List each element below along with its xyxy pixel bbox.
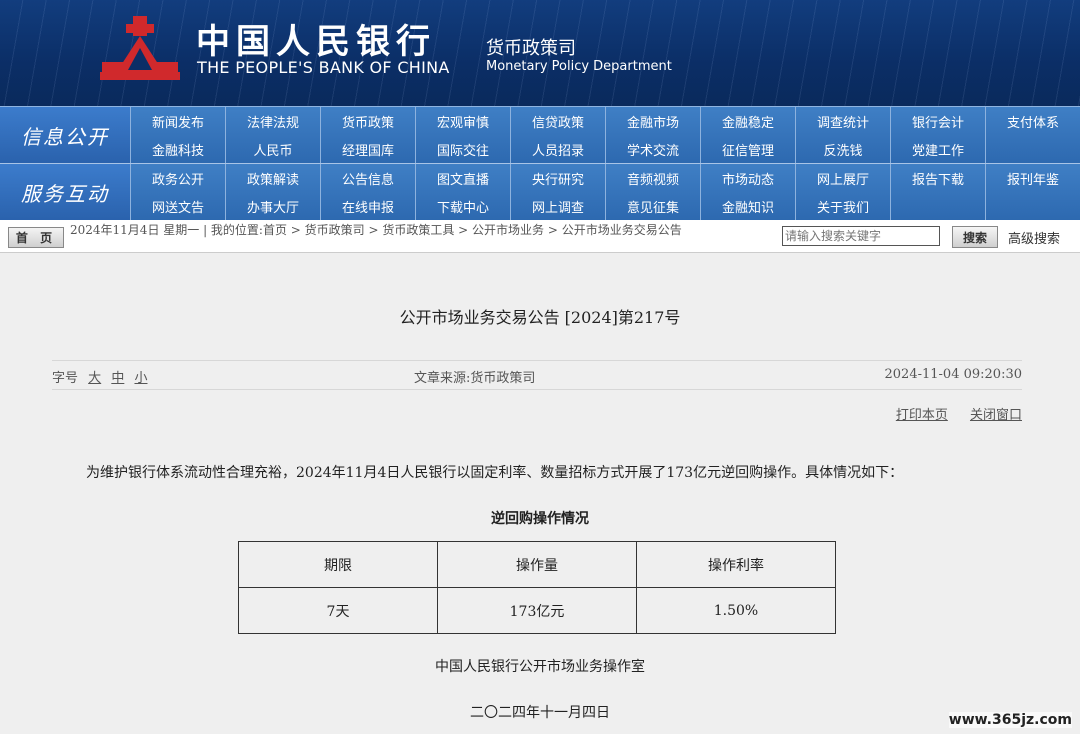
- close-window-link[interactable]: 关闭窗口: [970, 408, 1022, 423]
- breadcrumb: 首 页 2024年11月4日 星期一 | 我的位置:首页 > 货币政策司 > 货…: [0, 220, 1080, 253]
- search-input[interactable]: [782, 226, 940, 246]
- nav-item[interactable]: 市场动态: [700, 164, 795, 192]
- nav-item[interactable]: 金融市场: [605, 107, 700, 135]
- article-datetime: 2024-11-04 09:20:30: [884, 367, 1022, 382]
- nav-item[interactable]: 意见征集: [605, 192, 700, 220]
- table-header: 操作量: [437, 541, 637, 588]
- nav-item-empty: [985, 192, 1080, 220]
- pboc-logo-icon[interactable]: [100, 14, 180, 86]
- bank-name-en: THE PEOPLE'S BANK OF CHINA: [197, 58, 450, 77]
- nav-item-empty: [985, 135, 1080, 163]
- nav-item[interactable]: 报告下载: [890, 164, 985, 192]
- article-meta: 字号 大 中 小 文章来源:货币政策司 2024-11-04 09:20:30: [52, 360, 1022, 390]
- signature: 中国人民银行公开市场业务操作室: [435, 659, 645, 675]
- font-size-control: 字号 大 中 小: [52, 367, 147, 386]
- nav-item[interactable]: 人民币: [225, 135, 320, 163]
- nav-item[interactable]: 信贷政策: [510, 107, 605, 135]
- nav-item[interactable]: 征信管理: [700, 135, 795, 163]
- bank-name-cn: 中国人民银行: [196, 22, 436, 62]
- font-size-small[interactable]: 小: [134, 371, 147, 386]
- nav-item[interactable]: 报刊年鉴: [985, 164, 1080, 192]
- nav-item[interactable]: 反洗钱: [795, 135, 890, 163]
- nav-item[interactable]: 在线申报: [320, 192, 415, 220]
- nav-item[interactable]: 政务公开: [130, 164, 225, 192]
- table-header: 期限: [238, 541, 438, 588]
- font-size-label: 字号: [52, 371, 79, 386]
- nav-item[interactable]: 人员招录: [510, 135, 605, 163]
- table-header-row: 期限 操作量 操作利率: [238, 541, 836, 588]
- nav-item[interactable]: 网送文告: [130, 192, 225, 220]
- article-content: 公开市场业务交易公告 [2024]第217号 字号 大 中 小 文章来源:货币政…: [0, 270, 1080, 734]
- nav-item[interactable]: 党建工作: [890, 135, 985, 163]
- search-button[interactable]: 搜索: [952, 226, 998, 248]
- operations-table: 期限 操作量 操作利率 7天 173亿元 1.50%: [238, 541, 836, 634]
- font-size-large[interactable]: 大: [88, 371, 101, 386]
- nav-item[interactable]: 金融知识: [700, 192, 795, 220]
- nav-item[interactable]: 网上展厅: [795, 164, 890, 192]
- nav-item[interactable]: 办事大厅: [225, 192, 320, 220]
- print-link[interactable]: 打印本页: [896, 408, 948, 423]
- nav-item[interactable]: 调查统计: [795, 107, 890, 135]
- nav-grid-1: 新闻发布 法律法规 货币政策 宏观审慎 信贷政策 金融市场 金融稳定 调查统计 …: [130, 107, 1080, 163]
- home-button[interactable]: 首 页: [8, 227, 64, 248]
- table-cell: 1.50%: [636, 587, 836, 634]
- dept-name-cn: 货币政策司: [486, 38, 576, 59]
- nav-item[interactable]: 关于我们: [795, 192, 890, 220]
- nav-item[interactable]: 支付体系: [985, 107, 1080, 135]
- table-cell: 173亿元: [437, 587, 637, 634]
- nav-grid-2: 政务公开 政策解读 公告信息 图文直播 央行研究 音频视频 市场动态 网上展厅 …: [130, 164, 1080, 220]
- article-body: 为维护银行体系流动性合理充裕，2024年11月4日人民银行以固定利率、数量招标方…: [86, 465, 904, 481]
- nav-item[interactable]: 金融稳定: [700, 107, 795, 135]
- nav-item[interactable]: 音频视频: [605, 164, 700, 192]
- breadcrumb-path[interactable]: 2024年11月4日 星期一 | 我的位置:首页 > 货币政策司 > 货币政策工…: [70, 223, 782, 237]
- nav-item[interactable]: 国际交往: [415, 135, 510, 163]
- nav-item[interactable]: 学术交流: [605, 135, 700, 163]
- nav-item[interactable]: 下载中心: [415, 192, 510, 220]
- nav-service: 服务互动 政务公开 政策解读 公告信息 图文直播 央行研究 音频视频 市场动态 …: [0, 163, 1080, 220]
- nav-item[interactable]: 公告信息: [320, 164, 415, 192]
- site-header: 中国人民银行 THE PEOPLE'S BANK OF CHINA 货币政策司 …: [0, 0, 1080, 106]
- nav-item[interactable]: 宏观审慎: [415, 107, 510, 135]
- nav-item-empty: [890, 192, 985, 220]
- nav-item[interactable]: 金融科技: [130, 135, 225, 163]
- nav-info-public: 信息公开 新闻发布 法律法规 货币政策 宏观审慎 信贷政策 金融市场 金融稳定 …: [0, 106, 1080, 163]
- nav-item[interactable]: 经理国库: [320, 135, 415, 163]
- dept-name-en: Monetary Policy Department: [486, 59, 672, 74]
- signature-date: 二〇二四年十一月四日: [470, 705, 610, 721]
- article-actions: 打印本页 关闭窗口: [878, 404, 1022, 423]
- watermark: www.365jz.com: [948, 712, 1072, 728]
- advanced-search-link[interactable]: 高级搜索: [1008, 228, 1060, 247]
- table-header: 操作利率: [636, 541, 836, 588]
- nav-item[interactable]: 银行会计: [890, 107, 985, 135]
- font-size-medium[interactable]: 中: [111, 371, 124, 386]
- nav-item[interactable]: 新闻发布: [130, 107, 225, 135]
- nav-item[interactable]: 货币政策: [320, 107, 415, 135]
- table-title: 逆回购操作情况: [491, 511, 589, 527]
- nav-item[interactable]: 央行研究: [510, 164, 605, 192]
- article-source: 文章来源:货币政策司: [414, 371, 536, 386]
- nav-item[interactable]: 法律法规: [225, 107, 320, 135]
- nav-item[interactable]: 网上调查: [510, 192, 605, 220]
- table-cell: 7天: [238, 587, 438, 634]
- table-row: 7天 173亿元 1.50%: [238, 587, 836, 634]
- nav-item[interactable]: 图文直播: [415, 164, 510, 192]
- nav-section-info[interactable]: 信息公开: [0, 107, 130, 163]
- nav-item[interactable]: 政策解读: [225, 164, 320, 192]
- nav-section-service[interactable]: 服务互动: [0, 164, 130, 220]
- page-title: 公开市场业务交易公告 [2024]第217号: [399, 308, 681, 327]
